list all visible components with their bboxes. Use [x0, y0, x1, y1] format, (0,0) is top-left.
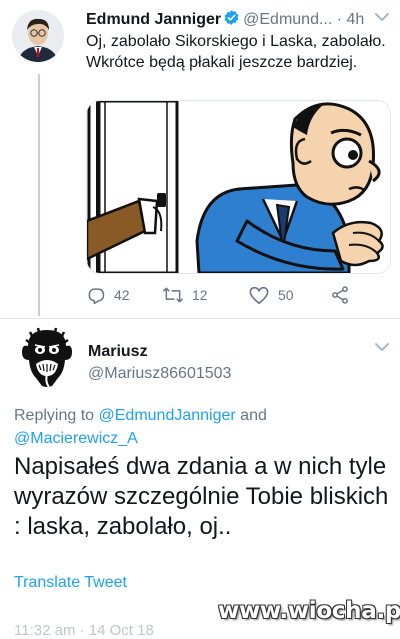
reply-button[interactable]: 42 — [86, 285, 130, 305]
verified-badge-icon — [224, 10, 239, 25]
monkey-logo-icon — [22, 327, 72, 388]
tweet1-handle[interactable]: @Edmund... — [243, 11, 332, 28]
replying-prefix: Replying to — [14, 407, 99, 424]
mention-link-macierewicz[interactable]: @Macierewicz_A — [14, 430, 138, 447]
tweet2-timestamp: 11:32 am · 14 Oct 18 — [14, 622, 154, 639]
tweet2-text: Napisałeś dwa zdania a w nich tyle wyraz… — [14, 453, 389, 540]
reply-count: 42 — [114, 287, 130, 303]
tweet1-media-image[interactable] — [86, 100, 391, 274]
replying-to: Replying to @EdmundJanniger and @Macierew… — [14, 404, 384, 450]
divider — [0, 318, 400, 319]
tweet2-handle[interactable]: @Mariusz86601503 — [88, 365, 231, 383]
reply-icon — [88, 288, 105, 305]
tweet1-text: Oj, zabolało Sikorskiego i Laska, zabola… — [86, 33, 386, 71]
share-icon — [332, 286, 348, 304]
translate-tweet-link[interactable]: Translate Tweet — [14, 574, 127, 592]
heart-icon — [249, 286, 269, 304]
replying-and: and — [235, 407, 267, 424]
tweet1-time[interactable]: 4h — [347, 11, 365, 28]
avatar-edmund[interactable] — [12, 10, 64, 62]
cartoon-illustration — [87, 101, 390, 273]
watermark: www.wiocha.pl — [218, 598, 400, 624]
tweet1-display-name[interactable]: Edmund Janniger — [86, 11, 221, 28]
retweet-icon — [163, 287, 183, 303]
tweet1-actions: 42 12 50 — [86, 285, 376, 307]
like-button[interactable]: 50 — [248, 285, 294, 305]
tweet1-separator: · — [336, 11, 343, 28]
share-button[interactable] — [330, 285, 358, 305]
tweet1-header: Edmund Janniger @Edmund... · 4h — [86, 9, 376, 29]
tweet2-display-name[interactable]: Mariusz — [88, 343, 148, 361]
thread-line — [38, 74, 40, 316]
mention-link-edmund[interactable]: @EdmundJanniger — [99, 407, 236, 424]
like-count: 50 — [278, 287, 294, 303]
retweet-count: 12 — [192, 287, 208, 303]
chevron-down-icon[interactable] — [374, 10, 390, 28]
avatar-mariusz[interactable] — [18, 326, 76, 388]
retweet-button[interactable]: 12 — [162, 285, 208, 305]
chevron-down-icon[interactable] — [374, 340, 390, 358]
